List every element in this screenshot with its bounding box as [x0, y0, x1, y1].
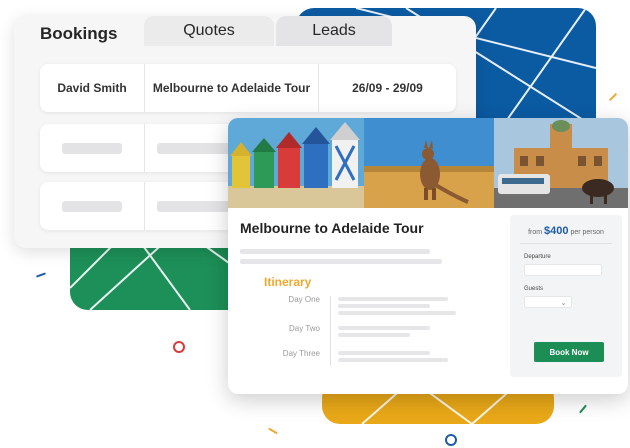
departure-label: Departure [524, 254, 551, 260]
booking-row[interactable]: David Smith Melbourne to Adelaide Tour 2… [40, 64, 456, 112]
price-value: $400 [544, 225, 569, 237]
price-suffix: per person [570, 229, 604, 236]
placeholder-text-line [338, 326, 430, 330]
bookings-tabs: Quotes Leads Bookings [14, 16, 394, 52]
placeholder-text-line [338, 333, 410, 337]
price-prefix: from [528, 229, 543, 236]
guests-select[interactable]: ⌄ [524, 296, 572, 308]
kangaroo-photo [364, 118, 494, 208]
booking-tour-name: Melbourne to Adelaide Tour [144, 64, 318, 112]
itinerary-timeline [330, 296, 331, 366]
placeholder-text-line [240, 259, 442, 264]
placeholder-cell [40, 124, 144, 172]
placeholder-text-line [240, 249, 430, 254]
tour-detail-card: Melbourne to Adelaide Tour Itinerary Day… [228, 118, 628, 394]
chevron-down-icon: ⌄ [560, 298, 567, 307]
itinerary-day-one: Day One [288, 295, 320, 304]
booking-dates: 26/09 - 29/09 [318, 64, 456, 112]
placeholder-text-line [338, 297, 448, 301]
book-now-button[interactable]: Book Now [534, 342, 604, 362]
tab-leads[interactable]: Leads [276, 16, 392, 46]
departure-field[interactable] [524, 264, 602, 276]
guests-label: Guests [524, 286, 544, 292]
decorative-dash-orange [608, 92, 618, 102]
itinerary-heading: Itinerary [264, 275, 312, 289]
booking-panel: from $400 per person Departure Guests ⌄ … [510, 215, 622, 377]
decorative-ring-red [173, 341, 185, 353]
placeholder-text-line [338, 311, 456, 315]
decorative-dash-blue [35, 272, 47, 278]
flinders-street-station-photo [494, 118, 628, 208]
placeholder-cell [40, 182, 144, 230]
itinerary-day-three: Day Three [282, 349, 320, 358]
placeholder-text-line [338, 304, 430, 308]
decorative-dash-green [579, 404, 587, 414]
panel-divider [520, 243, 612, 244]
beach-huts-photo [228, 118, 364, 208]
decorative-dash-orange-2 [268, 427, 278, 435]
booking-customer-name: David Smith [57, 81, 127, 95]
placeholder-text-line [338, 358, 448, 362]
price-line: from $400 per person [510, 225, 622, 237]
tab-bookings[interactable]: Bookings [14, 16, 142, 52]
tab-quotes[interactable]: Quotes [144, 16, 274, 46]
tour-title: Melbourne to Adelaide Tour [240, 220, 424, 236]
decorative-ring-blue [445, 434, 457, 446]
itinerary-day-two: Day Two [289, 324, 320, 333]
placeholder-text-line [338, 351, 430, 355]
